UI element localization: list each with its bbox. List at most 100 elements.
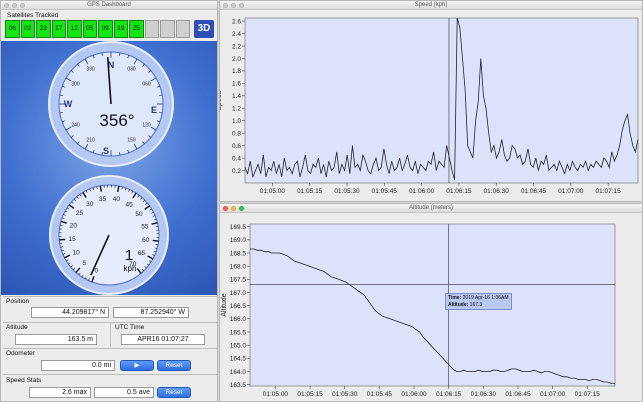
speed-scale-label: 10	[72, 249, 80, 256]
zoom-button[interactable]	[239, 206, 244, 211]
compass-heading-text: 356°	[99, 111, 134, 130]
compass-degree-label: 060	[142, 82, 151, 88]
speed-value: 1	[125, 247, 133, 264]
speed-window-title: Speed (kph)	[414, 2, 448, 8]
x-tick-label: 01:05:45	[372, 188, 398, 195]
altitude-chart: 163.5 164.0 164.5 165.0 165.5 166.0 166.5 167.0…	[221, 223, 616, 398]
speed-stats-reset-button[interactable]: Reset	[157, 387, 191, 398]
plot-area	[244, 17, 639, 184]
y-tick-label: 165.5	[230, 329, 247, 336]
y-tick-label: 165.0	[230, 342, 247, 349]
y-tick-label: 1.6	[232, 81, 241, 88]
x-tick-label: 01:05:30	[334, 188, 360, 195]
odometer-reset-button[interactable]: Reset	[157, 360, 191, 371]
x-tick-label: 01:05:15	[297, 391, 323, 398]
dashboard-titlebar[interactable]: GPS Dashboard	[1, 1, 217, 10]
compass-tick	[101, 52, 103, 56]
speed-scale-label: 60	[142, 237, 150, 244]
satellite-cell: 09	[98, 20, 113, 38]
dashboard-title: GPS Dashboard	[87, 2, 131, 8]
speed-scale-label: 30	[86, 201, 94, 208]
satellite-cell: 06	[5, 20, 20, 38]
altitude-titlebar[interactable]: Altitude (meters)	[220, 204, 642, 213]
altitude-window-title: Altitude (meters)	[408, 205, 453, 211]
speed-scale-label: 40	[113, 196, 121, 203]
satellite-cell: 17	[51, 20, 66, 38]
y-tick-label: 169.5	[230, 224, 247, 231]
minimize-button[interactable]	[231, 206, 236, 211]
speed-window: Speed (kph) 0.2 0.4 0.6 0.8 1.0 1.2 1.4 1.6 1.8 2…	[219, 0, 643, 202]
satellite-cell-empty	[144, 20, 159, 38]
x-tick-label: 01:05:00	[263, 391, 289, 398]
compass-tick	[119, 152, 121, 156]
close-button[interactable]	[4, 3, 9, 8]
compass-gauge: 030060120150210240300330 N S E W 356°	[48, 41, 174, 167]
y-tick-label: 0.2	[232, 168, 241, 175]
zoom-button[interactable]	[239, 3, 244, 8]
x-tick-label: 01:07:00	[558, 188, 584, 195]
position-label: Position	[6, 298, 30, 305]
y-tick-label: 1.8	[232, 68, 241, 75]
compass-west-label: W	[64, 99, 73, 109]
compass-degree-label: 030	[127, 66, 136, 72]
speed-ave-field: 0.5 ave	[94, 387, 154, 398]
speedometer-gauge: 05101520253035 40455055606570 1 kph	[49, 175, 169, 295]
speed-scale-label: 0	[95, 267, 99, 274]
compass-degree-label: 120	[142, 123, 151, 129]
fix-badge: 3D	[194, 20, 214, 38]
tooltip-time: 2019 Apr-16 1:06AM	[462, 295, 509, 301]
speed-scale-label: 65	[138, 250, 146, 257]
speed-scale-label: 50	[135, 211, 143, 218]
x-tick-label: 01:06:30	[484, 188, 510, 195]
odometer-play-button[interactable]: ▶	[120, 360, 154, 371]
satellites-label: Satellites Tracked	[7, 12, 59, 19]
speed-tick	[152, 239, 159, 242]
compass-degree-label: 300	[71, 82, 80, 88]
satellite-cell: 05	[82, 20, 97, 38]
compass-degree-label: 330	[86, 66, 95, 72]
satellite-cell-empty	[175, 20, 190, 38]
satellite-cell: 25	[129, 20, 144, 38]
utc-field: APR16 01:07:27	[121, 334, 205, 345]
zoom-button[interactable]	[20, 3, 25, 8]
tooltip-altitude-label: Altitude:	[448, 301, 469, 308]
y-tick-label: 2.6	[232, 18, 241, 25]
odometer-label: Odometer	[6, 350, 35, 357]
speed-scale-label: 45	[125, 201, 133, 208]
x-tick-label: 01:05:15	[297, 188, 323, 195]
compass-tick	[59, 112, 63, 114]
y-tick-label: 0.4	[232, 155, 241, 162]
x-tick-label: 01:07:15	[575, 391, 601, 398]
x-tick-label: 01:06:45	[505, 391, 531, 398]
y-axis-label: Altitude	[221, 293, 228, 316]
x-tick-label: 01:07:15	[595, 188, 621, 195]
altitude-divider	[110, 323, 111, 347]
x-tick-label: 01:06:15	[446, 188, 472, 195]
close-button[interactable]	[223, 206, 228, 211]
y-tick-label: 166.5	[230, 303, 247, 310]
gauges-svg: 030060120150210240300330 N S E W 356° 05…	[48, 41, 174, 295]
y-tick-label: 167.0	[230, 290, 247, 297]
x-tick-label: 01:05:00	[260, 188, 286, 195]
y-tick-label: 1.0	[232, 118, 241, 125]
speed-scale-label: 20	[70, 222, 78, 229]
speed-titlebar[interactable]: Speed (kph)	[220, 1, 642, 10]
y-tick-label: 164.5	[230, 356, 247, 363]
window-controls	[4, 3, 25, 8]
satellite-cell: 19	[113, 20, 128, 38]
y-tick-label: 166.0	[230, 316, 247, 323]
x-tick-label: 01:06:00	[401, 391, 427, 398]
minimize-button[interactable]	[231, 3, 236, 8]
odometer-field: 0.0 mi	[41, 360, 115, 371]
altitude-tooltip: Time: 2019 Apr-16 1:06AM Altitude: 167.3	[445, 293, 512, 310]
tooltip-altitude: 167.3	[469, 301, 483, 308]
minimize-button[interactable]	[12, 3, 17, 8]
compass-tick	[159, 112, 163, 114]
close-button[interactable]	[223, 3, 228, 8]
speed-max-field: 2.6 max	[29, 387, 91, 398]
compass-degree-label: 240	[71, 123, 80, 129]
speed-unit: kph	[124, 264, 137, 273]
speed-stats-group	[3, 374, 217, 375]
speed-tick	[59, 238, 66, 241]
tooltip-time-label: Time:	[448, 295, 462, 301]
